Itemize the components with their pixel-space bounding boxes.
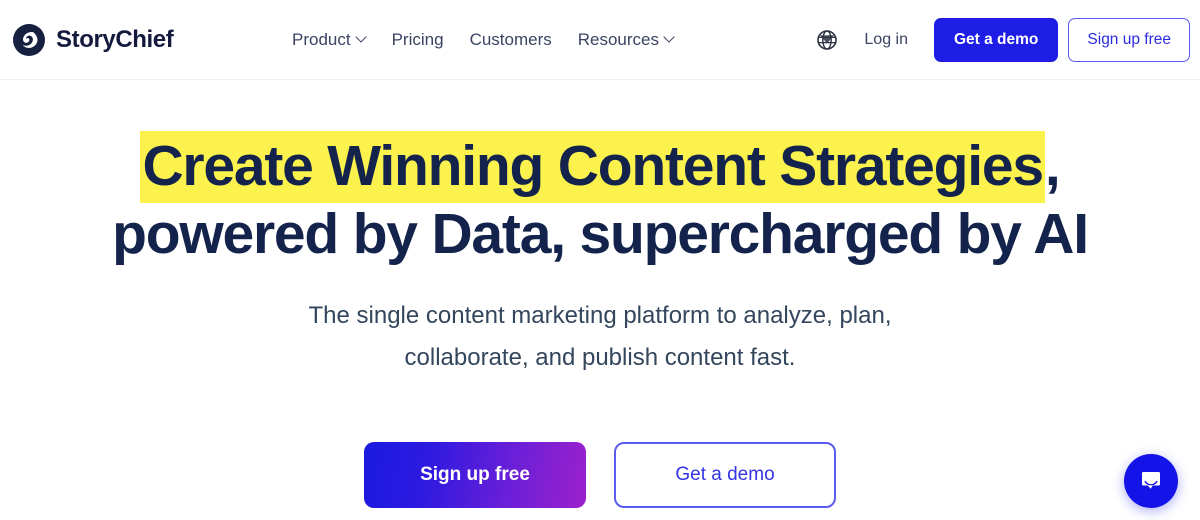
headline-line-2: powered by Data, supercharged by AI (112, 202, 1089, 266)
main-navigation: Product Pricing Customers Resources (292, 26, 674, 54)
header-get-demo-button[interactable]: Get a demo (933, 17, 1059, 62)
hero-cta-row: Sign up free Get a demo (0, 442, 1200, 508)
subtitle-line-2: collaborate, and publish content fast. (404, 344, 796, 371)
nav-item-resources[interactable]: Resources (578, 26, 674, 54)
chevron-down-icon (357, 33, 366, 42)
nav-item-product[interactable]: Product (292, 26, 366, 54)
nav-item-label: Customers (469, 29, 552, 49)
headline-highlight: Create Winning Content Strategies (140, 131, 1045, 203)
nav-item-label: Product (292, 29, 351, 49)
brand-logo-link[interactable]: StoryChief (12, 23, 174, 57)
globe-icon (817, 29, 838, 50)
nav-item-label: Resources (577, 29, 660, 49)
header-actions: Log in Get a demo Sign up free (808, 17, 1190, 62)
page-subtitle: The single content marketing platform to… (0, 295, 1200, 379)
language-selector-button[interactable] (808, 21, 846, 59)
nav-item-pricing[interactable]: Pricing (392, 26, 444, 54)
chat-widget-button[interactable] (1124, 454, 1178, 508)
nav-item-customers[interactable]: Customers (470, 26, 552, 54)
nav-item-label: Pricing (391, 29, 444, 49)
hero-section: Create Winning Content Strategies, power… (0, 80, 1200, 520)
page-title: Create Winning Content Strategies, power… (0, 131, 1200, 268)
headline-line-1-tail: , (1044, 134, 1061, 198)
hero-signup-button[interactable]: Sign up free (364, 442, 586, 508)
storychief-logo-icon (13, 23, 45, 56)
chevron-down-icon (665, 33, 674, 42)
brand-name: StoryChief (56, 25, 174, 53)
chat-bubble-icon (1142, 472, 1160, 489)
landing-page: StoryChief Product Pricing Customers Res… (0, 0, 1200, 520)
subtitle-line-1: The single content marketing platform to… (308, 302, 892, 329)
login-link[interactable]: Log in (856, 25, 916, 55)
site-header: StoryChief Product Pricing Customers Res… (0, 0, 1200, 80)
hero-get-demo-button[interactable]: Get a demo (614, 442, 836, 508)
header-signup-button[interactable]: Sign up free (1068, 17, 1190, 62)
headline-line-1: Create Winning Content Strategies, (0, 131, 1200, 203)
